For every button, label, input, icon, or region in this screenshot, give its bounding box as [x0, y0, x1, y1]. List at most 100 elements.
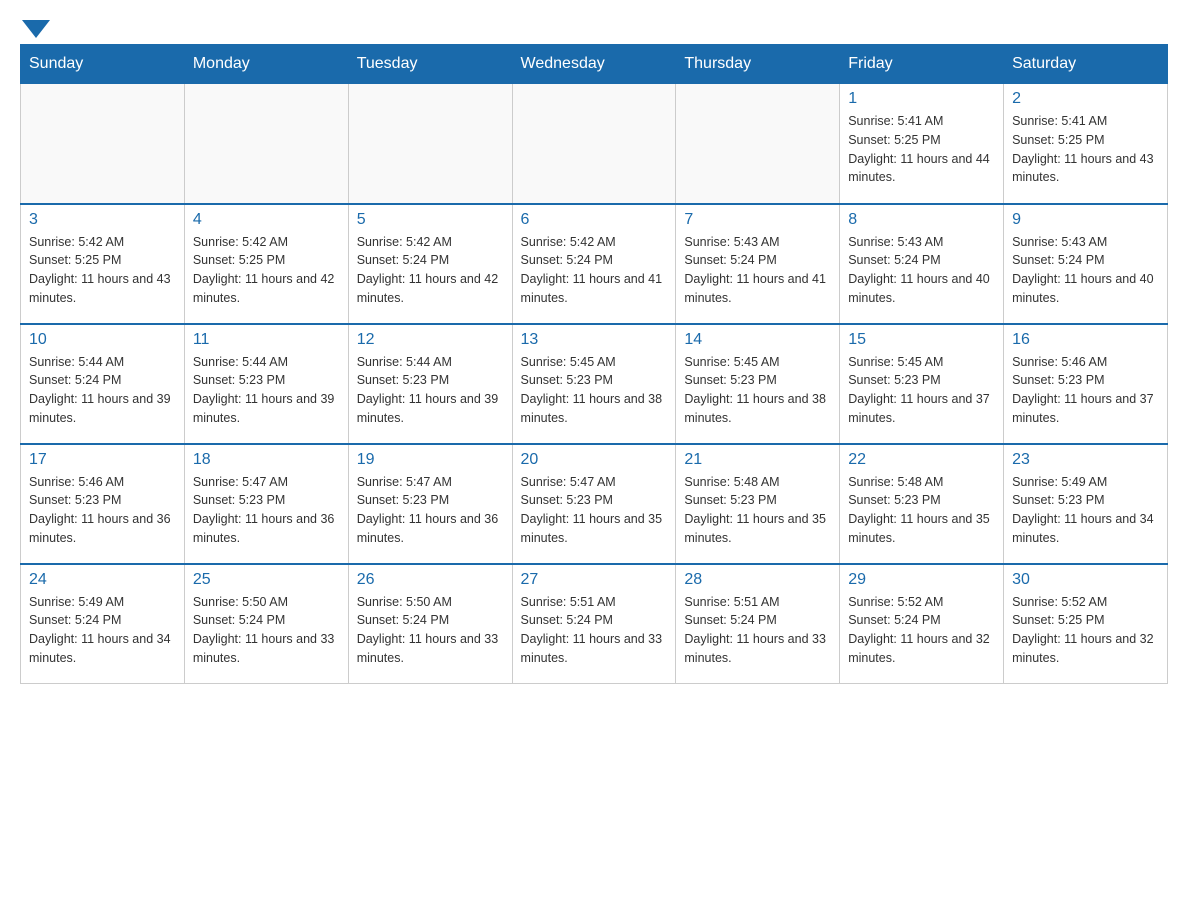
calendar-cell: 20 Sunrise: 5:47 AMSunset: 5:23 PMDayligh… — [512, 444, 676, 564]
calendar-cell: 3 Sunrise: 5:42 AMSunset: 5:25 PMDaylight… — [21, 204, 185, 324]
calendar-week-5: 24 Sunrise: 5:49 AMSunset: 5:24 PMDayligh… — [21, 564, 1168, 684]
day-number: 16 — [1012, 331, 1159, 349]
calendar-cell: 27 Sunrise: 5:51 AMSunset: 5:24 PMDayligh… — [512, 564, 676, 684]
day-number: 30 — [1012, 571, 1159, 589]
day-number: 2 — [1012, 90, 1159, 108]
day-number: 4 — [193, 211, 340, 229]
day-info: Sunrise: 5:52 AMSunset: 5:24 PMDaylight:… — [848, 593, 995, 668]
day-number: 17 — [29, 451, 176, 469]
day-number: 22 — [848, 451, 995, 469]
day-number: 7 — [684, 211, 831, 229]
calendar-cell: 11 Sunrise: 5:44 AMSunset: 5:23 PMDayligh… — [184, 324, 348, 444]
calendar-week-4: 17 Sunrise: 5:46 AMSunset: 5:23 PMDayligh… — [21, 444, 1168, 564]
day-info: Sunrise: 5:48 AMSunset: 5:23 PMDaylight:… — [684, 473, 831, 548]
weekday-header-wednesday: Wednesday — [512, 45, 676, 84]
weekday-header-monday: Monday — [184, 45, 348, 84]
weekday-header-friday: Friday — [840, 45, 1004, 84]
day-info: Sunrise: 5:43 AMSunset: 5:24 PMDaylight:… — [1012, 233, 1159, 308]
day-number: 12 — [357, 331, 504, 349]
calendar-cell: 7 Sunrise: 5:43 AMSunset: 5:24 PMDaylight… — [676, 204, 840, 324]
day-info: Sunrise: 5:44 AMSunset: 5:24 PMDaylight:… — [29, 353, 176, 428]
day-number: 29 — [848, 571, 995, 589]
calendar-table: SundayMondayTuesdayWednesdayThursdayFrid… — [20, 44, 1168, 684]
calendar-cell: 1 Sunrise: 5:41 AMSunset: 5:25 PMDaylight… — [840, 84, 1004, 204]
weekday-header-saturday: Saturday — [1004, 45, 1168, 84]
calendar-cell: 5Sunrise: 5:42 AMSunset: 5:24 PMDaylight… — [348, 204, 512, 324]
calendar-cell — [21, 84, 185, 204]
calendar-week-1: 1 Sunrise: 5:41 AMSunset: 5:25 PMDaylight… — [21, 84, 1168, 204]
day-info: Sunrise: 5:51 AMSunset: 5:24 PMDaylight:… — [684, 593, 831, 668]
calendar-cell: 21 Sunrise: 5:48 AMSunset: 5:23 PMDayligh… — [676, 444, 840, 564]
day-info: Sunrise: 5:51 AMSunset: 5:24 PMDaylight:… — [521, 593, 668, 668]
day-info: Sunrise: 5:43 AMSunset: 5:24 PMDaylight:… — [684, 233, 831, 308]
day-info: Sunrise: 5:46 AMSunset: 5:23 PMDaylight:… — [1012, 353, 1159, 428]
calendar-cell — [676, 84, 840, 204]
calendar-cell: 16 Sunrise: 5:46 AMSunset: 5:23 PMDayligh… — [1004, 324, 1168, 444]
day-number: 6 — [521, 211, 668, 229]
day-number: 8 — [848, 211, 995, 229]
calendar-cell: 29 Sunrise: 5:52 AMSunset: 5:24 PMDayligh… — [840, 564, 1004, 684]
calendar-cell: 23 Sunrise: 5:49 AMSunset: 5:23 PMDayligh… — [1004, 444, 1168, 564]
day-info: Sunrise: 5:42 AMSunset: 5:24 PMDaylight:… — [521, 233, 668, 308]
calendar-cell: 30 Sunrise: 5:52 AMSunset: 5:25 PMDayligh… — [1004, 564, 1168, 684]
calendar-cell: 19 Sunrise: 5:47 AMSunset: 5:23 PMDayligh… — [348, 444, 512, 564]
day-info: Sunrise: 5:42 AMSunset: 5:25 PMDaylight:… — [29, 233, 176, 308]
day-number: 13 — [521, 331, 668, 349]
day-number: 26 — [357, 571, 504, 589]
calendar-cell: 25 Sunrise: 5:50 AMSunset: 5:24 PMDayligh… — [184, 564, 348, 684]
calendar-cell — [184, 84, 348, 204]
calendar-cell: 2 Sunrise: 5:41 AMSunset: 5:25 PMDaylight… — [1004, 84, 1168, 204]
day-number: 21 — [684, 451, 831, 469]
day-info: Sunrise: 5:47 AMSunset: 5:23 PMDaylight:… — [521, 473, 668, 548]
day-info: Sunrise: 5:49 AMSunset: 5:24 PMDaylight:… — [29, 593, 176, 668]
day-info: Sunrise: 5:46 AMSunset: 5:23 PMDaylight:… — [29, 473, 176, 548]
calendar-week-2: 3 Sunrise: 5:42 AMSunset: 5:25 PMDaylight… — [21, 204, 1168, 324]
calendar-cell: 9 Sunrise: 5:43 AMSunset: 5:24 PMDaylight… — [1004, 204, 1168, 324]
day-number: 11 — [193, 331, 340, 349]
day-info: Sunrise: 5:45 AMSunset: 5:23 PMDaylight:… — [684, 353, 831, 428]
day-number: 9 — [1012, 211, 1159, 229]
calendar-cell: 6 Sunrise: 5:42 AMSunset: 5:24 PMDaylight… — [512, 204, 676, 324]
calendar-cell: 12Sunrise: 5:44 AMSunset: 5:23 PMDayligh… — [348, 324, 512, 444]
calendar-cell: 4Sunrise: 5:42 AMSunset: 5:25 PMDaylight… — [184, 204, 348, 324]
day-info: Sunrise: 5:41 AMSunset: 5:25 PMDaylight:… — [1012, 112, 1159, 187]
calendar-cell — [512, 84, 676, 204]
calendar-cell: 10Sunrise: 5:44 AMSunset: 5:24 PMDayligh… — [21, 324, 185, 444]
day-info: Sunrise: 5:47 AMSunset: 5:23 PMDaylight:… — [193, 473, 340, 548]
logo-triangle-icon — [22, 20, 50, 38]
calendar-cell: 13Sunrise: 5:45 AMSunset: 5:23 PMDayligh… — [512, 324, 676, 444]
weekday-header-thursday: Thursday — [676, 45, 840, 84]
day-info: Sunrise: 5:49 AMSunset: 5:23 PMDaylight:… — [1012, 473, 1159, 548]
day-number: 19 — [357, 451, 504, 469]
day-number: 20 — [521, 451, 668, 469]
day-number: 14 — [684, 331, 831, 349]
day-info: Sunrise: 5:47 AMSunset: 5:23 PMDaylight:… — [357, 473, 504, 548]
day-info: Sunrise: 5:45 AMSunset: 5:23 PMDaylight:… — [848, 353, 995, 428]
day-info: Sunrise: 5:48 AMSunset: 5:23 PMDaylight:… — [848, 473, 995, 548]
day-number: 27 — [521, 571, 668, 589]
day-info: Sunrise: 5:52 AMSunset: 5:25 PMDaylight:… — [1012, 593, 1159, 668]
calendar-cell: 14 Sunrise: 5:45 AMSunset: 5:23 PMDayligh… — [676, 324, 840, 444]
day-info: Sunrise: 5:43 AMSunset: 5:24 PMDaylight:… — [848, 233, 995, 308]
day-number: 24 — [29, 571, 176, 589]
weekday-header-tuesday: Tuesday — [348, 45, 512, 84]
day-number: 18 — [193, 451, 340, 469]
day-number: 15 — [848, 331, 995, 349]
calendar-cell — [348, 84, 512, 204]
calendar-cell: 24 Sunrise: 5:49 AMSunset: 5:24 PMDayligh… — [21, 564, 185, 684]
day-number: 25 — [193, 571, 340, 589]
day-number: 23 — [1012, 451, 1159, 469]
day-number: 1 — [848, 90, 995, 108]
calendar-cell: 17 Sunrise: 5:46 AMSunset: 5:23 PMDayligh… — [21, 444, 185, 564]
day-number: 28 — [684, 571, 831, 589]
logo — [20, 20, 58, 34]
calendar-week-3: 10Sunrise: 5:44 AMSunset: 5:24 PMDayligh… — [21, 324, 1168, 444]
day-number: 5 — [357, 211, 504, 229]
calendar-cell: 28 Sunrise: 5:51 AMSunset: 5:24 PMDayligh… — [676, 564, 840, 684]
day-info: Sunrise: 5:44 AMSunset: 5:23 PMDaylight:… — [193, 353, 340, 428]
day-number: 3 — [29, 211, 176, 229]
day-info: Sunrise: 5:50 AMSunset: 5:24 PMDaylight:… — [193, 593, 340, 668]
day-info: Sunrise: 5:41 AMSunset: 5:25 PMDaylight:… — [848, 112, 995, 187]
day-info: Sunrise: 5:50 AMSunset: 5:24 PMDaylight:… — [357, 593, 504, 668]
calendar-cell: 8 Sunrise: 5:43 AMSunset: 5:24 PMDaylight… — [840, 204, 1004, 324]
